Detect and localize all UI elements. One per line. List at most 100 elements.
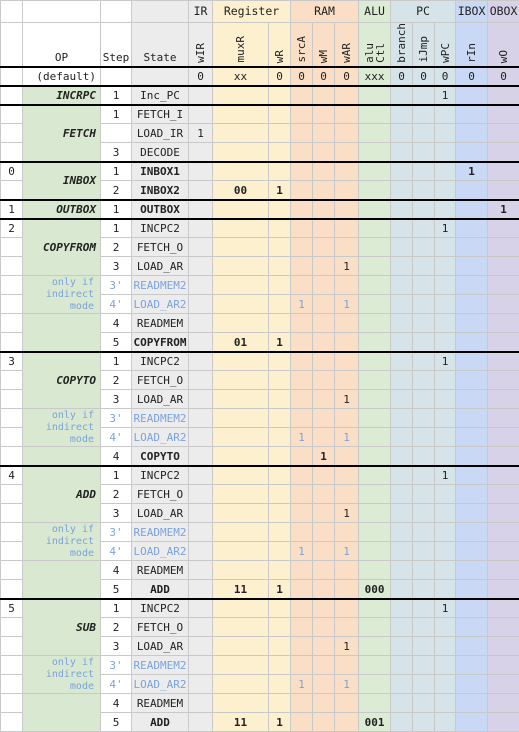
muxr-cell <box>212 198 269 220</box>
state-cell: INCPC2 <box>131 597 189 619</box>
wpc-cell <box>434 674 457 695</box>
step-cell: 3 <box>100 636 132 657</box>
wm-cell <box>312 237 336 258</box>
header-col-step: Step <box>100 21 132 68</box>
header-col-wo-text: wO <box>497 49 511 63</box>
srca-cell <box>290 655 314 676</box>
state-cell: READMEM2 <box>131 275 189 296</box>
wpc-cell <box>434 198 457 220</box>
wo-cell <box>487 142 519 163</box>
muxr-cell <box>212 294 269 315</box>
muxr-cell <box>212 350 269 372</box>
state-cell: LOAD_IR <box>131 123 189 144</box>
header-col-muxr: muxR <box>212 21 269 68</box>
branch-cell <box>390 237 414 258</box>
branch-cell <box>390 541 414 562</box>
state-cell: READMEM <box>131 560 189 581</box>
state-cell: ADD <box>131 579 189 600</box>
step-cell: 1 <box>100 464 132 486</box>
wr-cell <box>267 597 292 619</box>
srca-cell <box>290 160 314 182</box>
rin-cell <box>455 597 489 619</box>
war-cell <box>334 160 360 182</box>
wr-cell <box>267 693 292 714</box>
aluctl-cell <box>358 560 392 581</box>
op-name-cell: SUB <box>22 597 101 657</box>
step-cell: 1 <box>100 217 132 239</box>
wo-cell <box>487 446 519 467</box>
wr-cell <box>267 427 292 448</box>
wpc-cell <box>434 142 457 163</box>
opcode-cell: 1 <box>0 198 23 220</box>
wir-cell <box>188 541 213 562</box>
wr-cell <box>267 503 292 524</box>
state-cell: FETCH_O <box>131 617 189 638</box>
wm-cell <box>312 370 336 391</box>
wo-cell <box>487 560 519 581</box>
aluctl-cell <box>358 142 392 163</box>
default-wr-cell: 0 <box>267 65 292 87</box>
ijmp-cell <box>412 370 436 391</box>
wir-cell <box>188 237 213 258</box>
wir-cell <box>188 103 213 125</box>
muxr-cell <box>212 389 269 410</box>
muxr-cell <box>212 464 269 486</box>
aluctl-cell <box>358 294 392 315</box>
default-srca-cell: 0 <box>290 65 314 87</box>
step-cell: 3 <box>100 142 132 163</box>
wir-cell: 1 <box>188 123 213 144</box>
state-cell: INCPC2 <box>131 217 189 239</box>
default-state-cell <box>131 65 189 87</box>
wo-cell <box>487 693 519 714</box>
header-group-blank-1 <box>0 0 23 23</box>
aluctl-cell <box>358 693 392 714</box>
table-row: 5 SUB 1 INCPC2 1 <box>0 597 519 657</box>
table-row: INCRPC 1 Inc_PC 1 <box>0 84 519 106</box>
srca-cell <box>290 617 314 638</box>
war-cell <box>334 84 360 106</box>
branch-cell <box>390 636 414 657</box>
war-cell <box>334 313 360 334</box>
ijmp-cell <box>412 655 436 676</box>
aluctl-cell <box>358 597 392 619</box>
wpc-cell <box>434 332 457 353</box>
table-row: 1 OUTBOX 1 OUTBOX 1 <box>0 198 519 220</box>
wr-cell <box>267 446 292 467</box>
wpc-cell <box>434 180 457 201</box>
wo-cell: 1 <box>487 198 519 220</box>
opcode-cell <box>0 693 23 714</box>
war-cell <box>334 484 360 505</box>
srca-cell <box>290 275 314 296</box>
state-cell: FETCH_O <box>131 237 189 258</box>
table-row: only if indirect mode 3' READMEM2 <box>0 275 519 315</box>
header-col-op: OP <box>22 21 101 68</box>
wo-cell <box>487 217 519 239</box>
ijmp-cell <box>412 579 436 600</box>
wpc-cell <box>434 370 457 391</box>
wo-cell <box>487 503 519 524</box>
opcode-cell <box>0 389 23 410</box>
srca-cell <box>290 389 314 410</box>
ijmp-cell <box>412 350 436 372</box>
aluctl-cell: 000 <box>358 579 392 600</box>
wm-cell <box>312 103 336 125</box>
opcode-cell <box>0 636 23 657</box>
wir-cell <box>188 313 213 334</box>
step-cell: 5 <box>100 579 132 600</box>
state-cell: COPYFROM <box>131 332 189 353</box>
step-cell: 4 <box>100 560 132 581</box>
aluctl-cell <box>358 389 392 410</box>
war-cell <box>334 180 360 201</box>
table-row: 4 READMEM <box>0 313 519 353</box>
srca-cell <box>290 579 314 600</box>
step-cell: 5 <box>100 712 132 732</box>
state-cell: INBOX2 <box>131 180 189 201</box>
branch-cell <box>390 617 414 638</box>
ijmp-cell <box>412 123 436 144</box>
srca-cell <box>290 198 314 220</box>
wm-cell <box>312 503 336 524</box>
wo-cell <box>487 256 519 277</box>
step-cell: 4' <box>100 674 132 695</box>
rin-cell <box>455 655 489 676</box>
branch-cell <box>390 180 414 201</box>
